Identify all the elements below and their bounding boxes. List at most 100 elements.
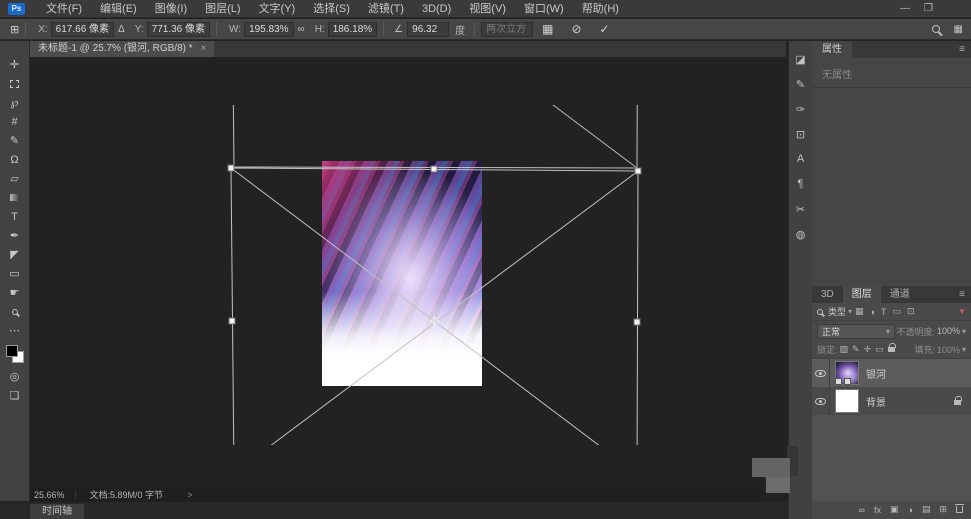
delete-layer-icon[interactable] bbox=[956, 506, 963, 513]
layer-row-background[interactable]: 背景 bbox=[812, 387, 971, 415]
pen-tool[interactable]: ✒ bbox=[2, 226, 28, 245]
canvas-area[interactable] bbox=[30, 57, 786, 487]
shape-tool[interactable]: ▭ bbox=[2, 264, 28, 283]
visibility-toggle[interactable] bbox=[812, 387, 830, 415]
layer-effects-icon[interactable]: fx bbox=[874, 505, 881, 515]
menu-layer[interactable]: 图层(L) bbox=[196, 0, 249, 18]
restore-button[interactable]: ❐ bbox=[924, 3, 933, 14]
quick-mask-button[interactable]: ◎ bbox=[2, 367, 28, 386]
filter-smart-object-icon[interactable]: ⊡ bbox=[907, 306, 915, 317]
new-adjustment-layer-icon[interactable]: ◑ bbox=[908, 505, 913, 515]
brush-settings-panel-icon[interactable]: ✎ bbox=[791, 76, 811, 92]
paragraph-panel-icon[interactable]: ¶ bbox=[791, 176, 811, 192]
blend-mode-dropdown[interactable]: 正常 ▾ bbox=[817, 324, 895, 339]
panel-menu-icon[interactable]: ≡ bbox=[959, 44, 965, 55]
panel-menu-icon[interactable]: ≡ bbox=[959, 289, 965, 300]
menu-help[interactable]: 帮助(H) bbox=[573, 0, 628, 18]
edit-toolbar-button[interactable]: ⋯ bbox=[2, 321, 28, 340]
height-scale-field[interactable]: 186.18% bbox=[328, 22, 377, 37]
menu-file[interactable]: 文件(F) bbox=[37, 0, 91, 18]
reference-point-icon[interactable]: ⊞ bbox=[10, 23, 19, 36]
zoom-level-field[interactable]: 25.66% bbox=[34, 490, 76, 500]
tab-layers[interactable]: 图层 bbox=[843, 286, 881, 303]
x-position-field[interactable]: 617.66 像素 bbox=[51, 22, 114, 37]
add-mask-icon[interactable]: ▣ bbox=[890, 504, 899, 515]
layer-thumbnail[interactable] bbox=[835, 361, 859, 385]
marquee-tool[interactable] bbox=[2, 74, 28, 93]
tab-channels[interactable]: 通道 bbox=[881, 286, 919, 303]
cancel-transform-icon[interactable]: ⊘ bbox=[571, 22, 581, 36]
path-select-tool[interactable]: ◤ bbox=[2, 245, 28, 264]
menu-window[interactable]: 窗口(W) bbox=[515, 0, 573, 18]
navigator-panel-icon[interactable]: ◍ bbox=[791, 226, 811, 242]
menu-type[interactable]: 文字(Y) bbox=[250, 0, 305, 18]
menu-select[interactable]: 选择(S) bbox=[304, 0, 359, 18]
link-layers-icon[interactable]: ∞ bbox=[859, 505, 865, 515]
filter-toggle-icon[interactable]: ▼ bbox=[958, 307, 966, 316]
screen-mode-button[interactable]: ❏ bbox=[2, 386, 28, 405]
layer-name[interactable]: 背景 bbox=[866, 394, 886, 409]
opacity-control[interactable]: 不透明度: 100% ▾ bbox=[896, 325, 966, 338]
link-dimensions-icon[interactable]: ∞ bbox=[298, 24, 305, 35]
lock-brush-icon[interactable]: ✎ bbox=[852, 344, 860, 355]
filter-type-dropdown[interactable]: 类型 bbox=[828, 305, 846, 318]
new-group-icon[interactable]: ▤ bbox=[922, 504, 931, 515]
gradient-tool[interactable] bbox=[2, 188, 28, 207]
workspace-switcher-icon[interactable]: ▦ bbox=[954, 24, 963, 35]
lock-move-icon[interactable]: ✛ bbox=[864, 344, 872, 355]
filter-type-icon[interactable]: T bbox=[881, 307, 887, 317]
clone-stamp-tool[interactable]: Ω bbox=[2, 150, 28, 169]
brushes-panel-icon[interactable]: ✑ bbox=[791, 101, 811, 117]
lock-transparent-icon[interactable]: ▨ bbox=[840, 344, 849, 355]
filter-adjustment-icon[interactable]: ◑ bbox=[870, 307, 875, 317]
foreground-color-swatch[interactable] bbox=[6, 345, 18, 357]
menu-filter[interactable]: 滤镜(T) bbox=[359, 0, 413, 18]
close-document-icon[interactable]: × bbox=[201, 41, 207, 57]
commit-transform-icon[interactable]: ✓ bbox=[600, 22, 610, 36]
document-tab[interactable]: 未标题-1 @ 25.7% (银河, RGB/8) * × bbox=[30, 41, 214, 57]
layer-thumbnail[interactable] bbox=[835, 389, 859, 413]
type-tool[interactable]: T bbox=[2, 207, 28, 226]
handle-top-center[interactable] bbox=[431, 166, 437, 172]
tool-presets-panel-icon[interactable]: ✂ bbox=[791, 201, 811, 217]
character-panel-icon[interactable]: A bbox=[791, 151, 811, 167]
tab-3d[interactable]: 3D bbox=[812, 286, 843, 303]
eraser-tool[interactable]: ▱ bbox=[2, 169, 28, 188]
search-icon[interactable] bbox=[932, 25, 940, 33]
transform-bounds[interactable] bbox=[231, 105, 638, 168]
filter-pixel-icon[interactable]: ▦ bbox=[855, 306, 864, 317]
layer-row-galaxy[interactable]: 银河 bbox=[812, 359, 971, 387]
warp-mode-toggle-icon[interactable]: ▦ bbox=[542, 22, 553, 36]
visibility-toggle[interactable] bbox=[812, 359, 830, 387]
menu-3d[interactable]: 3D(D) bbox=[413, 0, 460, 18]
interpolation-dropdown[interactable]: 两次立方 bbox=[481, 22, 533, 37]
hand-tool[interactable]: ☛ bbox=[2, 283, 28, 302]
fill-control[interactable]: 填充: 100% ▾ bbox=[914, 343, 966, 356]
width-scale-field[interactable]: 195.83% bbox=[244, 22, 293, 37]
y-position-field[interactable]: 771.36 像素 bbox=[147, 22, 210, 37]
rotation-angle-field[interactable]: 96.32 bbox=[407, 22, 449, 37]
transform-outline[interactable] bbox=[231, 168, 638, 445]
lock-all-icon[interactable] bbox=[888, 347, 895, 352]
crop-tool[interactable]: # bbox=[2, 112, 28, 131]
menu-image[interactable]: 图像(I) bbox=[146, 0, 196, 18]
filter-shape-icon[interactable]: ▭ bbox=[892, 306, 901, 317]
minimize-button[interactable]: — bbox=[900, 3, 910, 14]
relative-position-icon[interactable]: Δ bbox=[118, 24, 125, 35]
lock-artboard-icon[interactable]: ▭ bbox=[875, 344, 884, 355]
new-layer-icon[interactable]: ⊞ bbox=[939, 504, 947, 515]
handle-top-left[interactable] bbox=[228, 165, 234, 171]
handle-middle-right[interactable] bbox=[634, 319, 640, 325]
menu-view[interactable]: 视图(V) bbox=[460, 0, 515, 18]
color-panel-icon[interactable]: ◪ bbox=[791, 51, 811, 67]
status-options-arrow[interactable]: > bbox=[187, 490, 192, 500]
zoom-tool[interactable] bbox=[2, 302, 28, 321]
timeline-panel-tab[interactable]: 时间轴 bbox=[30, 504, 84, 519]
handle-top-right[interactable] bbox=[635, 168, 641, 174]
move-tool[interactable]: ✛ bbox=[2, 55, 28, 74]
lasso-tool[interactable]: ℘ bbox=[2, 93, 28, 112]
brush-tool[interactable]: ✎ bbox=[2, 131, 28, 150]
handle-middle-left[interactable] bbox=[229, 318, 235, 324]
opacity-value[interactable]: 100% bbox=[937, 326, 960, 336]
menu-edit[interactable]: 编辑(E) bbox=[91, 0, 146, 18]
